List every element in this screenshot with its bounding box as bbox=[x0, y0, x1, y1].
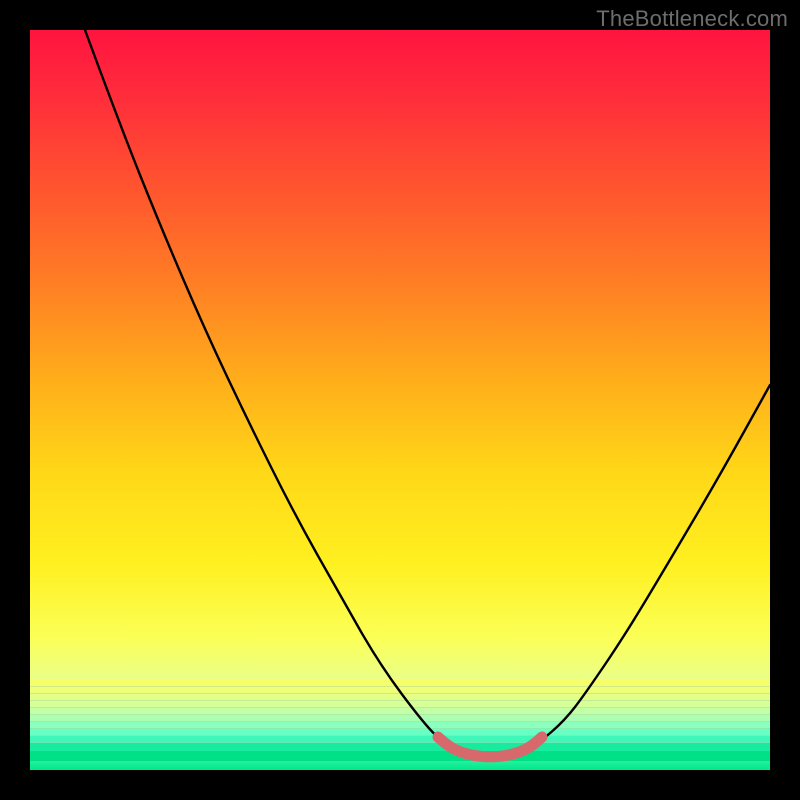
watermark-text: TheBottleneck.com bbox=[596, 6, 788, 32]
bottleneck-curve bbox=[85, 30, 770, 757]
curve-layer bbox=[30, 30, 770, 770]
accent-segment bbox=[438, 737, 542, 757]
chart-frame bbox=[30, 30, 770, 770]
